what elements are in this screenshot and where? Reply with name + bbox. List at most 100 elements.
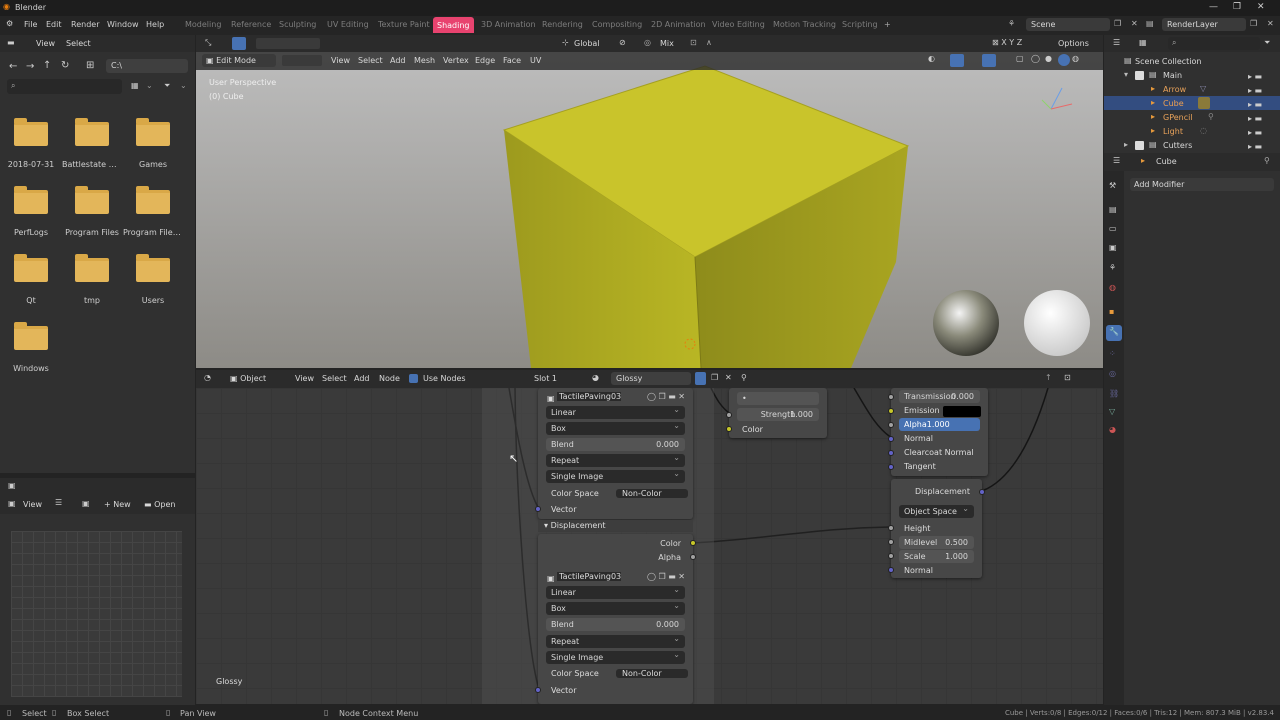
extension-dropdown[interactable]: Repeat [546, 453, 685, 467]
interpolation-dropdown[interactable]: Linear [546, 585, 685, 599]
viewport-menu-vertex[interactable]: Vertex [443, 56, 469, 65]
falloff-icon[interactable]: ∧ [706, 38, 712, 47]
material-browse-icon[interactable]: ◕ [592, 373, 599, 382]
new-folder-icon[interactable]: ⊞ [86, 60, 94, 71]
forward-arrow-icon[interactable]: → [26, 61, 34, 72]
mode-dropdown[interactable]: ▣ Edit Mode [202, 54, 276, 67]
physics-tab-icon[interactable]: ◎ [1109, 369, 1116, 378]
viewport-menu-mesh[interactable]: Mesh [414, 56, 435, 65]
scene-tab-icon[interactable]: ⚘ [1109, 263, 1116, 272]
node-menu-select[interactable]: Select [322, 374, 347, 383]
image-texture-node-2[interactable]: Color Alpha ▣ TactilePaving03... ◯ ❐ ▬ ✕… [535, 534, 696, 704]
path-field[interactable]: C:\ [106, 59, 188, 73]
folder-item[interactable]: 2018-07-31 [1, 118, 61, 169]
menu-render[interactable]: Render [71, 20, 99, 29]
tab-scripting[interactable]: Scripting [842, 20, 878, 29]
tool-tab-icon[interactable]: ⚒ [1109, 181, 1116, 190]
view-layer-field[interactable]: RenderLayer [1162, 18, 1246, 31]
projection-dropdown[interactable]: Box [546, 421, 685, 435]
node-menu-view[interactable]: View [295, 374, 314, 383]
alpha-output-socket[interactable] [690, 554, 696, 560]
world-tab-icon[interactable]: ◍ [1109, 283, 1116, 292]
minimize-icon[interactable]: — [1209, 2, 1218, 12]
expand-arrow-icon[interactable]: ▾ [1124, 70, 1128, 79]
node-menu-node[interactable]: Node [379, 374, 400, 383]
filter-chevron-icon[interactable]: ⌄ [180, 81, 187, 90]
node-editor-type-icon[interactable]: ◔ [204, 373, 211, 382]
scale-field[interactable]: Scale 1.000 [899, 550, 974, 563]
delete-scene-icon[interactable]: ✕ [1131, 19, 1138, 28]
source-dropdown[interactable]: Single Image [546, 469, 685, 483]
outliner-type-icon[interactable]: ☰ [1113, 38, 1120, 47]
object-tab-icon[interactable]: ▪ [1109, 307, 1114, 316]
outliner-search-input[interactable]: ⌕ [1168, 37, 1260, 50]
tab-motion-tracking[interactable]: Motion Tracking [773, 20, 836, 29]
viewport-menu-uv[interactable]: UV [530, 56, 541, 65]
tab-shading[interactable]: Shading [433, 17, 474, 33]
file-search-input[interactable]: ⌕ [7, 79, 122, 94]
transmission-socket[interactable] [888, 394, 894, 400]
image-texture-node[interactable]: ▣ TactilePaving03... ◯ ❐ ▬ ✕ Linear Box … [535, 388, 693, 519]
blend-field[interactable]: Blend 0.000 [546, 618, 685, 631]
folder-item[interactable]: tmp [62, 254, 122, 305]
projection-dropdown[interactable]: Box [546, 601, 685, 615]
outliner-row-scene-collection[interactable]: ▤ Scene Collection [1104, 54, 1280, 68]
file-menu-view[interactable]: View [36, 39, 55, 48]
transform-tool-icon[interactable]: ⤡ [205, 38, 211, 48]
constraints-tab-icon[interactable]: ⛓ [1109, 389, 1119, 398]
tab-uv-editing[interactable]: UV Editing [327, 20, 369, 29]
slot-dropdown[interactable]: Slot 1 [534, 374, 557, 383]
snap-icon[interactable]: ⊡ [690, 38, 697, 47]
extension-dropdown[interactable]: Repeat [546, 634, 685, 648]
uv-map-field[interactable]: • [737, 392, 819, 405]
tab-texture-paint[interactable]: Texture Paint [378, 20, 430, 29]
image-editor-type-icon[interactable]: ▣ [8, 481, 16, 490]
menu-file[interactable]: File [24, 20, 37, 29]
new-material-icon[interactable]: ❐ [711, 373, 718, 382]
mix-dropdown[interactable]: Mix [660, 39, 674, 48]
display-mode-icon[interactable]: ▦ [1139, 38, 1147, 47]
tangent-socket[interactable] [888, 464, 894, 470]
folder-item[interactable]: Games [123, 118, 183, 169]
midlevel-socket[interactable] [888, 539, 894, 545]
source-dropdown[interactable]: Single Image [546, 650, 685, 664]
checkbox-icon[interactable] [1135, 71, 1144, 80]
tab-sculpting[interactable]: Sculpting [279, 20, 316, 29]
orientation-dropdown[interactable]: Global [574, 39, 600, 48]
hamburger-icon[interactable]: ☰ [55, 498, 62, 507]
close-window-icon[interactable]: ✕ [1257, 2, 1265, 12]
display-mode-icon[interactable]: ▦ [131, 81, 139, 90]
filter-icon[interactable]: ⏷ [164, 81, 170, 91]
new-image-button[interactable]: + New [104, 500, 131, 509]
space-dropdown[interactable]: Object Space [899, 504, 974, 518]
scene-field[interactable]: Scene [1026, 18, 1110, 31]
particles-tab-icon[interactable]: ⁘ [1109, 349, 1116, 358]
modifier-tab-icon[interactable]: 🔧 [1106, 325, 1122, 341]
interpolation-dropdown[interactable]: Linear [546, 405, 685, 419]
clearcoat-normal-socket[interactable] [888, 450, 894, 456]
blend-field[interactable]: Blend 0.000 [546, 438, 685, 451]
file-browser-editor-icon[interactable]: ▬ [7, 38, 15, 47]
image-view-mode-icon[interactable]: ▣ [8, 499, 16, 508]
parent-node-tree-icon[interactable]: ↑ [1045, 373, 1052, 382]
pin-icon[interactable]: ⚲ [1264, 156, 1270, 165]
normal-socket[interactable] [888, 567, 894, 573]
options-dropdown[interactable]: Options [1058, 39, 1089, 48]
shading-solid-icon[interactable]: ● [1045, 54, 1052, 63]
mesh-select-mode-buttons[interactable] [282, 55, 322, 66]
normal-socket[interactable] [888, 436, 894, 442]
strength-field[interactable]: Strength 1.000 [737, 408, 819, 421]
displacement-node[interactable]: Displacement Object Space Height Midleve… [888, 479, 985, 578]
viewport-menu-add[interactable]: Add [390, 56, 406, 65]
overlay-toggle-icon[interactable] [982, 54, 996, 67]
pin-icon[interactable]: ⚲ [741, 373, 747, 382]
uv-grid[interactable] [11, 531, 182, 697]
folder-item[interactable]: Qt [1, 254, 61, 305]
back-arrow-icon[interactable]: ← [9, 61, 17, 72]
node-editor[interactable]: ▣ TactilePaving03... ◯ ❐ ▬ ✕ Linear Box … [196, 388, 1103, 704]
new-view-layer-icon[interactable]: ❐ [1250, 19, 1257, 28]
image-selector-row[interactable]: ▣ TactilePaving03... ◯ ❐ ▬ ✕ [542, 390, 689, 403]
image-selector-row[interactable]: ▣ TactilePaving03... ◯ ❐ ▬ ✕ [542, 570, 689, 583]
folder-item[interactable]: Program Files [62, 186, 122, 237]
gizmo-toggle-icon[interactable] [950, 54, 964, 67]
